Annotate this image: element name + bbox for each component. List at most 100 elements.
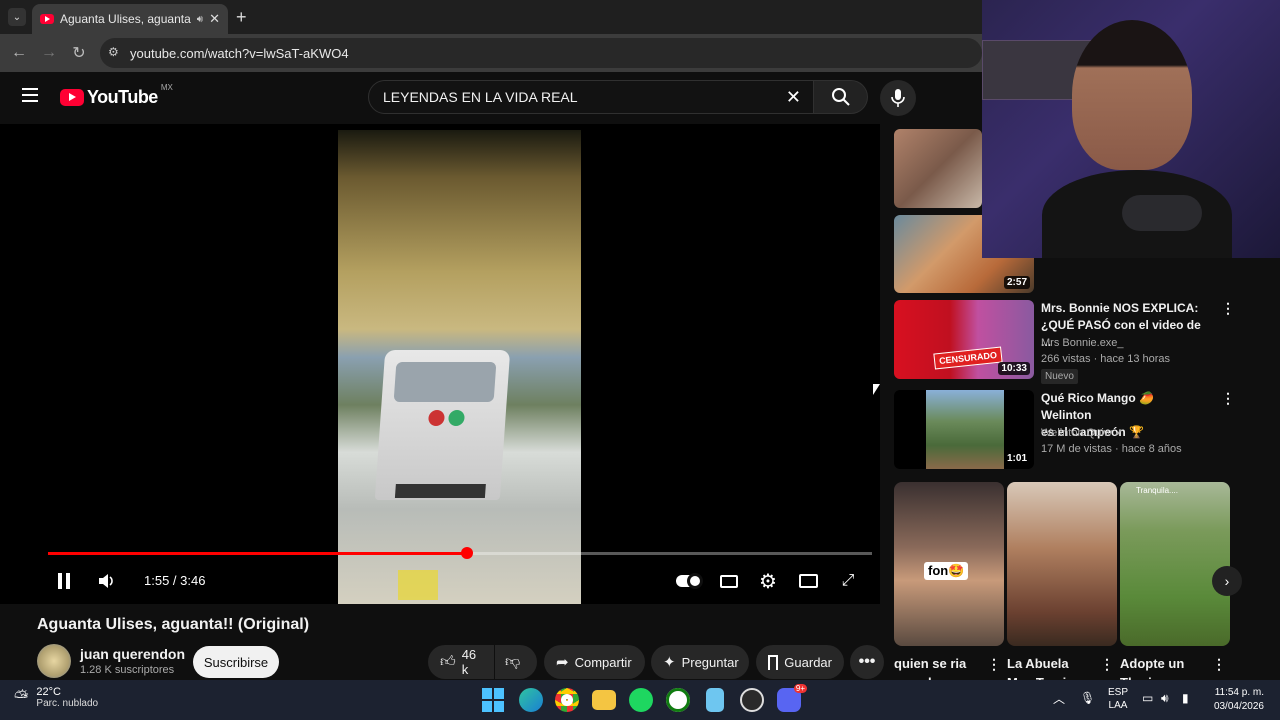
video-frame[interactable] <box>338 130 581 604</box>
dislike-button[interactable]: 👎︎ <box>495 645 537 679</box>
network-icon[interactable]: ▭ <box>1142 691 1153 705</box>
tray-microphone-icon[interactable]: 🎙︎ <box>1080 691 1095 705</box>
video-title-line: Qué Rico Mango 🥭 Welinton <box>1041 391 1154 422</box>
microphone-icon <box>891 89 905 107</box>
short-overlay-text: fon🤩 <box>924 562 969 580</box>
search-button[interactable] <box>814 80 868 114</box>
logo-text: YouTube <box>87 87 158 107</box>
partly-cloudy-icon: ⛅︎ <box>14 687 29 707</box>
discord-icon[interactable]: 9+ <box>777 684 807 712</box>
obs-icon[interactable] <box>740 688 764 712</box>
site-info-icon[interactable]: ⚙︎ <box>108 45 119 59</box>
more-options-icon[interactable]: ⋮ <box>1221 301 1235 315</box>
language-indicator[interactable]: ESP LAA <box>1108 686 1128 712</box>
region-label: MX <box>160 83 173 92</box>
video-thumbnail-3[interactable]: CENSURADO 10:33 <box>894 300 1034 379</box>
back-arrow-icon[interactable]: ← <box>10 44 28 62</box>
temperature: 22°C <box>36 686 61 698</box>
shorts-next-button[interactable]: › <box>1212 566 1242 596</box>
time-display: 1:55 / 3:46 <box>144 573 206 588</box>
edge-icon[interactable] <box>519 688 543 712</box>
bus-image <box>374 350 511 500</box>
settings-button[interactable]: ⚙ <box>757 570 779 593</box>
more-options-icon[interactable]: ⋮ <box>1100 657 1114 671</box>
video-thumbnail-1[interactable] <box>894 129 982 208</box>
channel-name[interactable]: Mrs Bonnie.exe_ <box>1041 337 1124 349</box>
language-code: ESP <box>1108 687 1129 698</box>
chrome-icon[interactable] <box>555 688 579 712</box>
like-button[interactable]: 👍︎ 46 k <box>428 645 494 679</box>
weather-widget[interactable]: ⛅︎ 22°C Parc. nublado <box>14 686 98 709</box>
short-title[interactable]: Adopte un Therian <box>1120 654 1210 680</box>
channel-name-text: Welinton Quiw <box>1041 427 1112 439</box>
xbox-icon[interactable] <box>666 688 690 712</box>
pause-button[interactable] <box>53 570 75 592</box>
video-thumbnail-4[interactable]: 1:01 <box>894 390 1034 469</box>
ask-button[interactable]: ✦ Preguntar <box>651 645 749 679</box>
mouse-cursor <box>873 384 880 395</box>
autoplay-toggle[interactable] <box>676 570 703 592</box>
fullscreen-button[interactable]: ⤢ <box>837 570 859 592</box>
volume-button[interactable] <box>95 570 117 592</box>
subscribe-button[interactable]: Suscribirse <box>193 646 279 678</box>
address-bar[interactable]: ⚙︎ youtube.com/watch?v=lwSaT-aKWO4 <box>100 38 982 68</box>
share-button[interactable]: ➦ Compartir <box>544 645 645 679</box>
browser-tab[interactable]: Aguanta Ulises, aguanta!! ( 🔊︎ ✕ <box>32 4 228 34</box>
clock[interactable]: 11:54 p. m. 03/04/2026 <box>1208 686 1264 714</box>
save-button[interactable]: Guardar <box>756 645 844 679</box>
search-input[interactable]: LEYENDAS EN LA VIDA REAL ✕ <box>368 80 814 114</box>
tab-list-dropdown[interactable]: ⌄ <box>8 8 26 26</box>
sparkle-icon: ✦ <box>663 654 676 671</box>
more-options-icon[interactable]: ⋮ <box>1212 657 1226 671</box>
new-tab-button[interactable]: + <box>236 7 247 28</box>
file-explorer-icon[interactable] <box>592 690 616 710</box>
video-title-line: Mrs. Bonnie NOS EXPLICA: <box>1041 301 1199 315</box>
fullscreen-icon: ⤢ <box>841 572 855 589</box>
short-title[interactable]: quien se ria paga la <box>894 654 984 680</box>
thumbs-down-icon: 👎︎ <box>505 653 521 670</box>
channel-name[interactable]: Welinton Quiw ✔ <box>1041 427 1123 439</box>
bookmark-icon <box>768 654 779 670</box>
url-text: youtube.com/watch?v=lwSaT-aKWO4 <box>130 45 349 61</box>
share-icon: ➦ <box>556 654 569 671</box>
menu-icon[interactable] <box>22 88 38 102</box>
tray-chevron-icon[interactable]: ︿ <box>1053 690 1065 707</box>
youtube-logo[interactable]: YouTube MX <box>60 83 173 108</box>
battery-icon[interactable]: ▮ <box>1182 691 1189 705</box>
short-thumbnail-3[interactable]: Tranquila.... <box>1120 482 1230 646</box>
speaker-icon[interactable]: 🔊︎ <box>197 14 203 25</box>
thumbs-up-icon: 👍︎ <box>440 653 456 670</box>
reload-icon[interactable]: ↻ <box>70 44 88 62</box>
search-query: LEYENDAS EN LA VIDA REAL <box>383 89 578 105</box>
short-overlay-text: Tranquila.... <box>1136 486 1178 495</box>
subtitles-button[interactable] <box>718 570 740 592</box>
progress-bar[interactable] <box>48 547 872 559</box>
clock-time: 11:54 p. m. <box>1214 687 1264 698</box>
pause-icon <box>58 573 70 589</box>
webcam-microphone <box>1122 195 1202 231</box>
volume-tray-icon[interactable]: 🔊︎ <box>1161 691 1169 706</box>
more-options-icon[interactable]: ⋮ <box>1221 391 1235 405</box>
close-tab-icon[interactable]: ✕ <box>209 11 220 27</box>
short-thumbnail-2[interactable] <box>1007 482 1117 646</box>
more-actions-button[interactable]: ••• <box>850 645 884 679</box>
youtube-header: YouTube MX LEYENDAS EN LA VIDA REAL ✕ <box>0 72 982 124</box>
theater-mode-button[interactable] <box>797 570 819 592</box>
video-duration: 10:33 <box>998 362 1030 375</box>
progress-fill <box>48 552 468 555</box>
start-windows-icon[interactable] <box>482 688 506 712</box>
discord-notification-badge: 9+ <box>793 684 807 693</box>
channel-name[interactable]: juan querendon <box>80 646 185 662</box>
forward-arrow-icon[interactable]: → <box>40 44 58 62</box>
clear-search-icon[interactable]: ✕ <box>786 87 801 108</box>
more-options-icon[interactable]: ⋮ <box>987 657 1001 671</box>
like-count: 46 k <box>461 647 477 677</box>
notepad-icon[interactable] <box>706 688 724 712</box>
more-horiz-icon: ••• <box>858 653 876 670</box>
video-meta: 266 vistas · hace 13 horas <box>1041 353 1171 365</box>
short-thumbnail-1[interactable]: fon🤩 <box>894 482 1004 646</box>
voice-search-button[interactable] <box>880 80 916 116</box>
short-title[interactable]: La Abuela Mas Travie <box>1007 654 1097 680</box>
channel-avatar[interactable] <box>37 644 71 678</box>
spotify-icon[interactable] <box>629 688 653 712</box>
